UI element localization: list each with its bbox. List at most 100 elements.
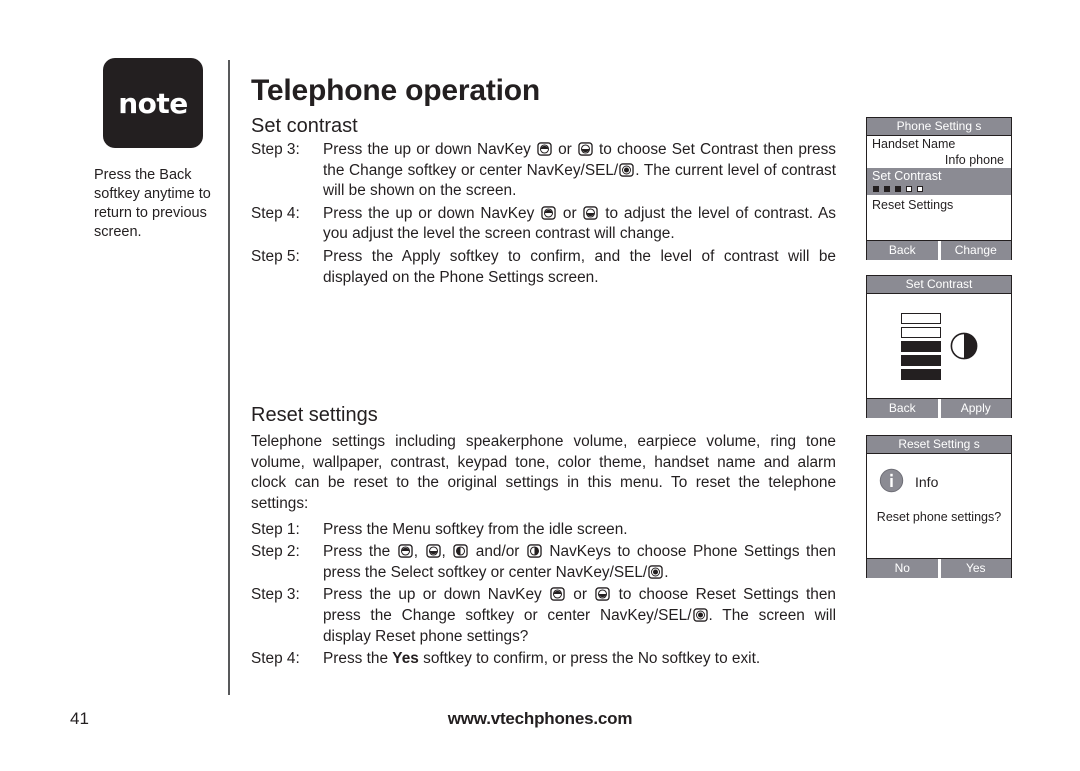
step-body: Press the up or down NavKey or to choose…	[323, 585, 836, 647]
step-text: Press the up or down NavKey	[323, 204, 541, 222]
contrast-dot	[884, 186, 890, 192]
navkey-up-icon	[398, 544, 413, 558]
contrast-level-indicator	[872, 184, 1006, 193]
screen-body	[867, 294, 1011, 398]
softkey-bar: No Yes	[867, 558, 1011, 578]
footer-url: www.vtechphones.com	[447, 709, 633, 728]
step-label: Step 3:	[251, 586, 300, 604]
step-text: ,	[441, 543, 453, 561]
half-filled-circle-icon	[950, 332, 978, 363]
page-title: Telephone operation	[251, 74, 540, 107]
navkey-select-icon	[619, 162, 634, 177]
step-body: Press the Apply softkey to confirm, and …	[323, 247, 836, 286]
softkey-back[interactable]: Back	[867, 241, 938, 260]
navkey-up-icon	[537, 142, 552, 156]
set-contrast-screen-mockup: Set Contrast Back Apply	[866, 275, 1012, 418]
step-body: Press the up or down NavKey or to choose…	[323, 140, 836, 202]
note-sidebar: note Press the Back softkey anytime to r…	[88, 58, 218, 242]
navkey-select-icon	[648, 564, 663, 579]
step-text: or	[566, 586, 595, 604]
step-label: Step 5:	[251, 247, 300, 265]
reset-settings-section: Reset settings Telephone settings includ…	[251, 403, 836, 670]
step-text: or	[557, 204, 583, 222]
step-item: Step 4: Press the Yes softkey to confirm…	[251, 649, 836, 670]
softkey-bar: Back Apply	[867, 398, 1011, 418]
info-dialog-header: Info	[867, 454, 1011, 496]
note-badge: note	[103, 58, 203, 148]
reset-settings-screen-mockup: Reset Setting s Info Reset phone setting…	[866, 435, 1012, 578]
vertical-divider	[228, 60, 230, 695]
info-dialog-label: Info	[915, 474, 939, 490]
softkey-back[interactable]: Back	[867, 399, 938, 418]
screen-title: Reset Setting s	[867, 436, 1011, 454]
step-text-bold: Yes	[392, 650, 419, 668]
contrast-dot	[917, 186, 923, 192]
screen-title: Phone Setting s	[867, 118, 1011, 136]
menu-item-set-contrast-label: Set Contrast	[872, 169, 942, 183]
step-item: Step 3: Press the up or down NavKey or t…	[251, 585, 836, 647]
contrast-dot	[895, 186, 901, 192]
softkey-yes[interactable]: Yes	[940, 559, 1011, 578]
section-heading-reset-settings: Reset settings	[251, 404, 378, 427]
step-label: Step 2:	[251, 543, 300, 561]
contrast-bar	[900, 312, 941, 324]
navkey-down-icon	[578, 142, 593, 156]
contrast-bar	[900, 340, 941, 352]
phone-settings-screen-mockup: Phone Setting s Handset Name Info phone …	[866, 117, 1012, 260]
step-text: Press the	[323, 650, 393, 668]
step-label: Step 3:	[251, 141, 300, 158]
contrast-bar-stack	[900, 312, 941, 380]
screen-body: Handset Name Info phone Set Contrast Res…	[867, 136, 1011, 240]
contrast-preview-graphic	[867, 294, 1011, 398]
info-circle-icon	[879, 468, 904, 496]
navkey-select-icon	[692, 608, 708, 622]
reset-settings-intro: Telephone settings including speakerphon…	[251, 433, 836, 512]
step-body: Press the Menu softkey from the idle scr…	[323, 520, 628, 538]
step-text: .	[664, 563, 669, 581]
contrast-bar	[900, 326, 941, 338]
navkey-down-icon	[583, 206, 599, 220]
step-item: Step 4: Press the up or down NavKey or t…	[251, 204, 836, 245]
note-text: Press the Back softkey anytime to return…	[94, 167, 211, 240]
softkey-no[interactable]: No	[867, 559, 938, 578]
main-content: Telephone operation Set contrast Step 3:…	[251, 74, 836, 670]
step-text: ,	[413, 543, 425, 561]
contrast-dot	[906, 186, 912, 192]
step-label: Step 4:	[251, 650, 300, 668]
softkey-change[interactable]: Change	[940, 241, 1011, 260]
step-text: Press the up or down NavKey	[323, 586, 549, 604]
navkey-up-icon	[550, 587, 565, 602]
contrast-dot	[873, 186, 879, 192]
step-label: Step 1:	[251, 520, 300, 538]
navkey-down-icon	[595, 587, 610, 602]
step-body: Press the , , and/or NavKeys to choose P…	[323, 542, 836, 583]
step-text: Press the	[323, 543, 397, 561]
menu-item-set-contrast[interactable]: Set Contrast	[867, 168, 1011, 195]
screen-title: Set Contrast	[867, 276, 1011, 294]
menu-item-reset-settings[interactable]: Reset Settings	[867, 195, 1011, 213]
step-label: Step 4:	[251, 204, 300, 222]
navkey-down-icon	[425, 544, 441, 558]
step-body: Press the up or down NavKey or to adjust…	[323, 204, 836, 245]
step-text: Press the up or down NavKey	[323, 141, 536, 158]
softkey-bar: Back Change	[867, 240, 1011, 260]
section-heading-set-contrast: Set contrast	[251, 115, 358, 137]
navkey-right-icon	[527, 544, 542, 558]
contrast-bar	[900, 354, 941, 366]
step-text: or	[552, 141, 577, 158]
navkey-up-icon	[541, 206, 556, 220]
step-body: Press the Yes softkey to confirm, or pre…	[323, 649, 836, 670]
menu-item-handset-name[interactable]: Handset Name	[867, 136, 1011, 152]
step-text: and/or	[469, 543, 526, 561]
step-item: Step 1: Press the Menu softkey from the …	[251, 520, 836, 541]
contrast-bar	[900, 368, 941, 380]
screen-body: Info Reset phone settings?	[867, 454, 1011, 558]
navkey-left-icon	[453, 544, 468, 558]
reset-confirm-question: Reset phone settings?	[876, 510, 1002, 524]
handset-name-value: Info phone	[944, 153, 1004, 167]
step-text: softkey to confirm, or press the No soft…	[418, 650, 761, 668]
step-item: Step 3: Press the up or down NavKey or t…	[251, 140, 836, 202]
set-contrast-section: Set contrast Step 3: Press the up or dow…	[251, 114, 836, 288]
softkey-apply[interactable]: Apply	[940, 399, 1011, 418]
step-item: Step 5: Press the Apply softkey to confi…	[251, 247, 836, 288]
